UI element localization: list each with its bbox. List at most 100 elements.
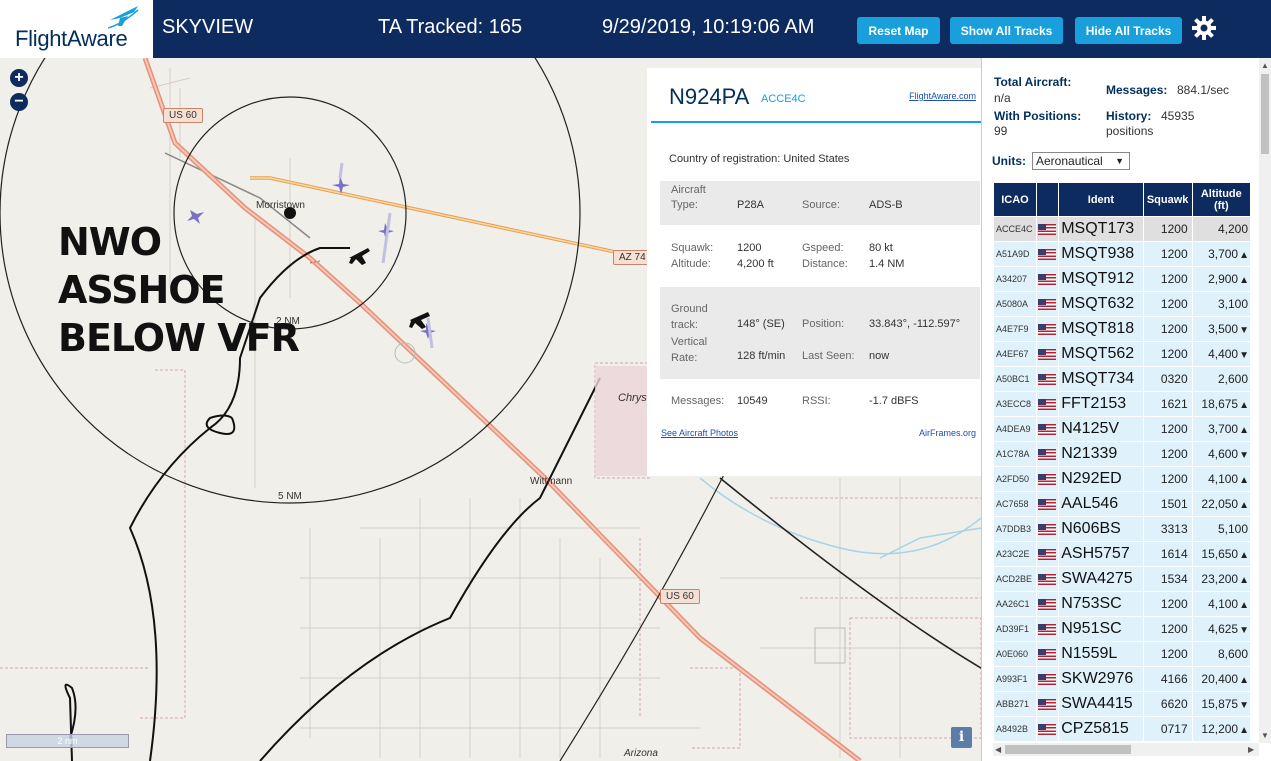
table-row[interactable]: A51A9D MSQT938 1200 3,700▲ (994, 242, 1250, 266)
country-label: Country of registration: (669, 153, 781, 165)
table-row[interactable]: A4EF67 MSQT562 1200 4,400▼ (994, 342, 1250, 366)
vertical-scroll-thumb[interactable] (1261, 74, 1269, 154)
horizontal-scroll-thumb[interactable] (1005, 745, 1131, 754)
cell-ident: N21339 (1059, 442, 1143, 466)
scroll-left-arrow-icon[interactable]: ◀ (995, 745, 1001, 754)
rssi-label: RSSI: (802, 395, 831, 407)
column-header-icao[interactable]: ICAO (994, 183, 1036, 216)
table-row[interactable]: A50BC1 MSQT734 0320 2,600 (994, 367, 1250, 391)
cell-altitude: 8,600 (1192, 642, 1250, 666)
table-row[interactable]: A4DEA9 N4125V 1200 3,700▲ (994, 417, 1250, 441)
column-header-squawk[interactable]: Squawk (1143, 183, 1192, 216)
table-row[interactable]: A0E060 N1559L 1200 8,600 (994, 642, 1250, 666)
cell-squawk: 1534 (1143, 567, 1192, 591)
cell-altitude: 4,200 (1192, 217, 1250, 241)
position-section: Ground track: 148° (SE) Position: 33.843… (660, 287, 980, 379)
history-value: 45935 positions (1106, 109, 1195, 138)
cell-icao: A7DDB3 (994, 517, 1036, 541)
table-row[interactable]: AD39F1 N951SC 1200 4,625▼ (994, 617, 1250, 641)
table-row[interactable]: AC7658 AAL546 1501 22,050▲ (994, 492, 1250, 516)
map-info-button[interactable]: i (951, 727, 972, 748)
cell-altitude: 4,100▲ (1192, 467, 1250, 491)
flightaware-logo[interactable]: FlightAware (0, 0, 155, 58)
cell-ident: SWA4275 (1059, 567, 1143, 591)
altitude-value: 3,700 (1208, 247, 1239, 261)
cell-altitude: 4,100▲ (1192, 592, 1250, 616)
show-all-tracks-button[interactable]: Show All Tracks (950, 17, 1063, 44)
us-flag-icon (1037, 699, 1056, 711)
table-row[interactable]: ABB271 SWA4415 6620 15,875▼ (994, 692, 1250, 716)
squawk-value: 1200 (737, 242, 762, 254)
units-select[interactable]: Aeronautical ▼ (1032, 152, 1130, 170)
units-label: Units: (992, 154, 1026, 168)
table-row[interactable]: AA26C1 N753SC 1200 4,100▲ (994, 592, 1250, 616)
column-header-flag[interactable] (1036, 183, 1059, 216)
distance-label: Distance: (802, 258, 848, 270)
table-row[interactable]: A8492B CPZ5815 0717 12,200▲ (994, 717, 1250, 741)
cell-icao: ACD2BE (994, 567, 1036, 591)
country-of-registration: Country of registration: United States (669, 153, 849, 165)
source-label: Source: (802, 199, 840, 211)
horizontal-scrollbar[interactable]: ◀ ▶ (993, 743, 1259, 756)
cell-icao: A4E7F9 (994, 317, 1036, 341)
table-row[interactable]: A34207 MSQT912 1200 2,900▲ (994, 267, 1250, 291)
reset-map-button[interactable]: Reset Map (857, 17, 940, 44)
cell-altitude: 3,500▼ (1192, 317, 1250, 341)
table-row[interactable]: A5080A MSQT632 1200 3,100 (994, 292, 1250, 316)
vertical-scrollbar[interactable]: ▲ ▼ (1259, 58, 1271, 743)
us-flag-icon (1037, 499, 1056, 511)
with-positions-value: 99 (994, 124, 1008, 138)
table-row[interactable]: A2FD50 N292ED 1200 4,100▲ (994, 467, 1250, 491)
column-header-ident[interactable]: Ident (1059, 183, 1143, 216)
table-row[interactable]: A3ECC8 FFT2153 1621 18,675▲ (994, 392, 1250, 416)
cell-squawk: 1200 (1143, 342, 1192, 366)
town-label-wittmann: Wittmann (530, 476, 573, 487)
gear-icon[interactable] (1191, 15, 1217, 41)
scroll-right-arrow-icon[interactable]: ▶ (1248, 745, 1254, 754)
zoom-in-button[interactable]: + (10, 69, 28, 87)
cell-altitude: 3,700▲ (1192, 417, 1250, 441)
last-seen-value: now (869, 350, 890, 362)
flightaware-link[interactable]: FlightAware.com (909, 91, 976, 101)
us-flag-icon (1037, 274, 1056, 286)
table-row[interactable]: A7DDB3 N606BS 3313 5,100 (994, 517, 1250, 541)
table-row[interactable]: ACD2BE SWA4275 1534 23,200▲ (994, 567, 1250, 591)
hide-all-tracks-button[interactable]: Hide All Tracks (1075, 17, 1182, 44)
ground-track-label: Ground track: (671, 303, 708, 331)
speed-section: Squawk: 1200 Gspeed: 80 kt Altitude: 4,2… (660, 225, 980, 287)
altitude-trend-icon: ▼ (1239, 325, 1249, 336)
cell-squawk: 1200 (1143, 442, 1192, 466)
table-row[interactable]: A23C2E ASH5757 1614 15,650▲ (994, 542, 1250, 566)
altitude-value: 22,050 (1201, 497, 1239, 511)
vertical-rate-label: Vertical Rate: (671, 336, 708, 364)
aircraft-photos-link[interactable]: See Aircraft Photos (661, 428, 738, 438)
cell-ident: MSQT912 (1059, 267, 1143, 291)
us-flag-icon (1037, 724, 1056, 736)
table-row[interactable]: A1C78A N21339 1200 4,600▼ (994, 442, 1250, 466)
altitude-value: 15,875 (1201, 697, 1239, 711)
cell-squawk: 1200 (1143, 642, 1192, 666)
zoom-out-button[interactable]: − (10, 93, 28, 111)
country-value: United States (783, 153, 850, 165)
altitude-value: 4,200 (1217, 222, 1248, 236)
table-row[interactable]: A4E7F9 MSQT818 1200 3,500▼ (994, 317, 1250, 341)
rssi-value: -1.7 dBFS (869, 395, 919, 407)
aircraft-type-value: P28A (737, 199, 764, 211)
cell-flag (1036, 392, 1059, 416)
column-header-altitude[interactable]: Altitude (ft) (1192, 183, 1250, 216)
cell-ident: SKW2976 (1059, 667, 1143, 691)
map-scale-bar: 2 nm (6, 734, 129, 748)
airframes-link[interactable]: AirFrames.org (919, 428, 976, 438)
us-flag-icon (1037, 399, 1056, 411)
place-label-chrys: Chrys (618, 392, 647, 404)
scroll-down-arrow-icon[interactable]: ▼ (1261, 731, 1269, 740)
cell-squawk: 1200 (1143, 617, 1192, 641)
messages-rate-label: Messages: (1106, 83, 1168, 97)
cell-squawk: 1200 (1143, 317, 1192, 341)
dropdown-arrow-icon: ▼ (1115, 156, 1124, 166)
table-row[interactable]: ACCE4C MSQT173 1200 4,200 (994, 217, 1250, 241)
table-row[interactable]: A993F1 SKW2976 4166 20,400▲ (994, 667, 1250, 691)
scroll-up-arrow-icon[interactable]: ▲ (1261, 61, 1269, 70)
cell-altitude: 12,200▲ (1192, 717, 1250, 741)
altitude-trend-icon: ▼ (1239, 700, 1249, 711)
